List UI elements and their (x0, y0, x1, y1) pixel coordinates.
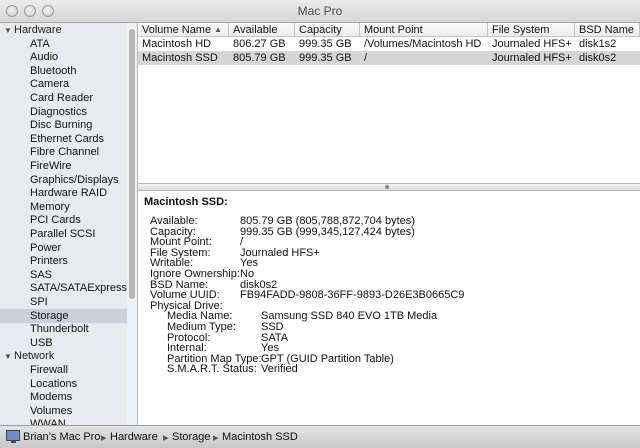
sidebar-section-network[interactable]: ▼ Network (4, 350, 54, 363)
sort-ascending-icon: ▲ (214, 25, 222, 34)
table-cell: Journaled HFS+ (492, 52, 572, 64)
path-bar-item-storage[interactable]: Storage (172, 431, 211, 443)
table-cell: 805.79 GB (233, 52, 286, 64)
sidebar-item-volumes[interactable]: Volumes (30, 405, 72, 418)
sidebar-item-camera[interactable]: Camera (30, 78, 69, 91)
path-separator-icon: ▸ (213, 432, 219, 444)
volumes-table: Volume Name ▲ Available Capacity Mount Point… (138, 23, 640, 183)
detail-field-value: 999.35 GB (999,345,127,424 bytes) (240, 225, 415, 238)
sidebar-item-wwan[interactable]: WWAN (30, 418, 66, 425)
sidebar-section-label: Hardware (14, 24, 62, 36)
sidebar-item-locations[interactable]: Locations (30, 378, 77, 391)
column-header-label: Mount Point (364, 24, 423, 36)
physical-drive-field-value: Verified (261, 363, 298, 376)
column-header-mount-point[interactable]: Mount Point (360, 23, 488, 37)
sidebar-item-pci-cards[interactable]: PCI Cards (30, 214, 81, 227)
disclosure-triangle-icon[interactable]: ▼ (4, 350, 14, 363)
sidebar-item-sas[interactable]: SAS (30, 269, 52, 282)
table-cell: / (364, 52, 368, 64)
table-cell: 999.35 GB (299, 38, 352, 50)
detail-field-value: FB94FADD-9808-36FF-9893-D26E3B0665C9 (240, 289, 465, 302)
detail-title: Macintosh SSD: (144, 196, 228, 208)
computer-icon (6, 430, 20, 443)
column-header-label: Capacity (299, 24, 342, 36)
sidebar-item-thunderbolt[interactable]: Thunderbolt (30, 323, 89, 336)
sidebar-item-diagnostics[interactable]: Diagnostics (30, 106, 87, 119)
disclosure-triangle-icon[interactable]: ▼ (4, 24, 14, 37)
path-bar: Brian’s Mac Pro ▸ Hardware ▸ Storage ▸ Macinto… (0, 425, 640, 448)
column-header-volume-name[interactable]: Volume Name ▲ (138, 23, 229, 37)
sidebar-item-firewire[interactable]: FireWire (30, 160, 72, 173)
column-header-capacity[interactable]: Capacity (295, 23, 360, 37)
path-bar-item-brian-s-mac-pro[interactable]: Brian’s Mac Pro (23, 431, 100, 443)
sidebar-item-power[interactable]: Power (30, 242, 61, 255)
table-cell: 999.35 GB (299, 52, 352, 64)
path-bar-item-macintosh-ssd[interactable]: Macintosh SSD (222, 431, 298, 443)
sidebar-scrollbar-thumb[interactable] (129, 29, 135, 299)
sidebar-item-audio[interactable]: Audio (30, 51, 58, 64)
column-header-bsd-name[interactable]: BSD Name (575, 23, 640, 37)
table-cell: Journaled HFS+ (492, 38, 572, 50)
table-cell: 806.27 GB (233, 38, 286, 50)
sidebar-item-printers[interactable]: Printers (30, 255, 68, 268)
table-cell: Macintosh HD (142, 38, 212, 50)
sidebar-scrollbar[interactable] (127, 23, 138, 425)
sidebar-item-spi[interactable]: SPI (30, 296, 48, 309)
sidebar-item-modems[interactable]: Modems (30, 391, 72, 404)
physical-drive-field-label: S.M.A.R.T. Status: (167, 363, 257, 376)
table-cell: Macintosh SSD (142, 52, 218, 64)
column-header-label: File System (492, 24, 550, 36)
sidebar-item-hardware-raid[interactable]: Hardware RAID (30, 187, 107, 200)
sidebar-item-parallel-scsi[interactable]: Parallel SCSI (30, 228, 95, 241)
window-title: Mac Pro (297, 4, 343, 18)
physical-drive-field-value: Samsung SSD 840 EVO 1TB Media (261, 310, 438, 323)
sidebar-item-fibre-channel[interactable]: Fibre Channel (30, 146, 99, 159)
column-header-label: BSD Name (579, 24, 635, 36)
sidebar: ▼ Hardware ATA Audio Bluetooth Camera Card Rea… (0, 23, 127, 425)
table-row[interactable]: Macintosh HD 806.27 GB 999.35 GB/Volumes/M… (138, 37, 640, 51)
sidebar-section-hardware[interactable]: ▼ Hardware (4, 24, 62, 37)
column-header-label: Available (233, 24, 278, 36)
column-header-available[interactable]: Available (229, 23, 295, 37)
sidebar-item-bluetooth[interactable]: Bluetooth (30, 65, 76, 78)
sidebar-item-disc-burning[interactable]: Disc Burning (30, 119, 92, 132)
sidebar-item-ethernet-cards[interactable]: Ethernet Cards (30, 133, 104, 146)
sidebar-item-usb[interactable]: USB (30, 337, 53, 350)
path-separator-icon: ▸ (163, 432, 169, 444)
detail-pane: Macintosh SSD: Available: 805.79 GB (805,… (138, 191, 640, 425)
table-cell: /Volumes/Macintosh HD (364, 38, 482, 50)
title-bar: Mac Pro (0, 0, 640, 23)
sidebar-item-memory[interactable]: Memory (30, 201, 70, 214)
system-information-window: Mac Pro ▼ Hardware ATA Audio Bluetooth Camera… (0, 0, 640, 448)
sidebar-item-card-reader[interactable]: Card Reader (30, 92, 93, 105)
path-bar-item-hardware[interactable]: Hardware (110, 431, 158, 443)
sidebar-section-label: Network (14, 350, 55, 363)
table-cell: disk0s2 (579, 52, 617, 64)
table-cell: disk1s2 (579, 38, 617, 50)
split-view-divider[interactable] (138, 183, 640, 191)
sidebar-item-firewall[interactable]: Firewall (30, 364, 68, 377)
sidebar-item-sata-sataexpress[interactable]: SATA/SATAExpress (30, 282, 127, 295)
column-header-file-system[interactable]: File System (488, 23, 575, 37)
path-separator-icon: ▸ (101, 432, 107, 444)
sidebar-item-storage[interactable]: Storage (30, 310, 69, 323)
divider-handle[interactable] (385, 185, 389, 189)
column-header-label: Volume Name (142, 24, 212, 36)
sidebar-item-ata[interactable]: ATA (30, 38, 50, 51)
sidebar-item-graphics-displays[interactable]: Graphics/Displays (30, 174, 119, 187)
table-row[interactable]: Macintosh SSD 805.79 GB 999.35 GB / Journale… (138, 51, 640, 65)
